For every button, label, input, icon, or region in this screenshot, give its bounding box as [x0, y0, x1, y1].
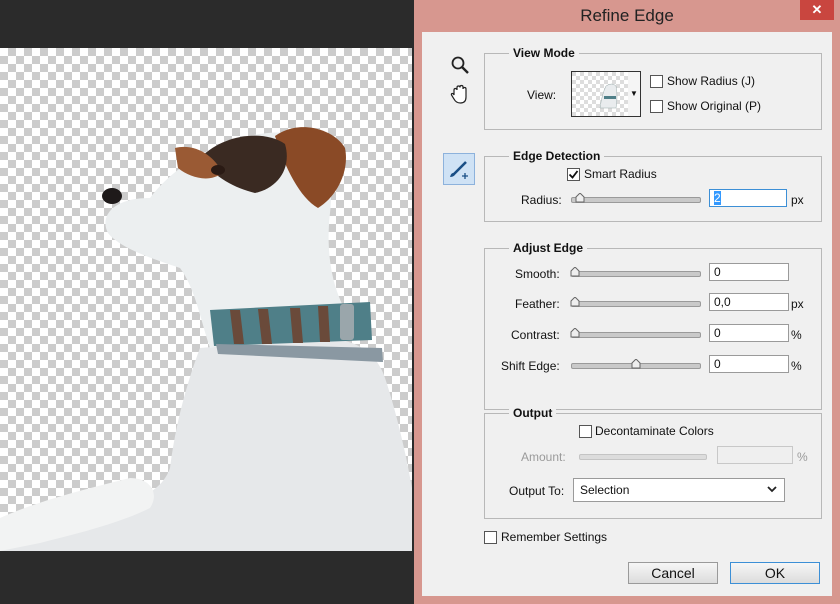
shift-edge-label: Shift Edge: — [501, 359, 560, 373]
slider-thumb-icon[interactable] — [575, 193, 585, 203]
contrast-slider[interactable] — [570, 328, 701, 338]
output-to-label: Output To: — [509, 484, 565, 498]
shift-edge-input[interactable]: 0 — [709, 355, 789, 373]
refine-edge-dialog: Refine Edge ✕ View Mode View: ▼ Show Rad… — [414, 0, 840, 604]
view-mode-group: View Mode View: ▼ Show Radius (J) Show O… — [484, 46, 822, 130]
feather-slider[interactable] — [570, 297, 701, 307]
feather-input[interactable]: 0,0 — [709, 293, 789, 311]
slider-thumb-icon[interactable] — [570, 328, 580, 338]
output-group: Output Decontaminate Colors Amount: % Ou… — [484, 406, 822, 519]
ok-button[interactable]: OK — [730, 562, 820, 584]
smart-radius-checkbox[interactable] — [567, 168, 580, 181]
amount-unit: % — [797, 450, 808, 464]
zoom-tool-button[interactable] — [446, 52, 474, 78]
dialog-title: Refine Edge — [580, 6, 674, 25]
smooth-input[interactable]: 0 — [709, 263, 789, 281]
view-preview-icon — [572, 72, 628, 116]
hand-tool-button[interactable] — [446, 82, 474, 108]
dog-photo — [0, 127, 412, 551]
amount-label: Amount: — [521, 450, 566, 464]
smooth-slider[interactable] — [570, 267, 701, 277]
view-mode-dropdown-arrow[interactable]: ▼ — [628, 71, 641, 117]
hand-icon — [450, 84, 467, 104]
radius-label: Radius: — [521, 193, 562, 207]
slider-thumb-icon[interactable] — [570, 297, 580, 307]
remember-settings-label: Remember Settings — [501, 530, 608, 544]
triangle-down-icon: ▼ — [630, 89, 638, 98]
feather-label: Feather: — [515, 297, 560, 311]
close-icon: ✕ — [811, 2, 823, 17]
output-to-select[interactable]: Selection — [573, 478, 785, 502]
amount-slider[interactable] — [579, 454, 707, 460]
contrast-unit: % — [791, 328, 802, 342]
amount-input[interactable] — [717, 446, 793, 464]
view-mode-thumbnail[interactable] — [571, 71, 629, 117]
slider-thumb-icon[interactable] — [570, 267, 580, 277]
shift-edge-unit: % — [791, 359, 802, 373]
show-original-checkbox[interactable] — [650, 100, 663, 113]
chevron-down-icon — [767, 486, 777, 493]
dialog-body: View Mode View: ▼ Show Radius (J) Show O… — [422, 32, 832, 596]
radius-input[interactable]: 2 — [709, 189, 787, 207]
view-mode-legend: View Mode — [509, 46, 579, 60]
decontaminate-colors-label: Decontaminate Colors — [595, 424, 714, 438]
close-button[interactable]: ✕ — [800, 0, 834, 20]
cancel-button[interactable]: Cancel — [628, 562, 718, 584]
show-radius-checkbox[interactable] — [650, 75, 663, 88]
output-legend: Output — [509, 406, 557, 420]
remember-settings-checkbox[interactable] — [484, 531, 497, 544]
edge-detection-group: Edge Detection Smart Radius Radius: 2 px — [484, 149, 822, 222]
refine-radius-brush-icon — [450, 161, 468, 179]
view-label: View: — [527, 88, 557, 102]
zoom-icon — [451, 56, 469, 74]
title-bar[interactable]: Refine Edge ✕ — [414, 0, 840, 32]
decontaminate-colors-checkbox[interactable] — [579, 425, 592, 438]
radius-unit: px — [791, 193, 804, 207]
edge-detection-legend: Edge Detection — [509, 149, 605, 163]
show-radius-label: Show Radius (J) — [667, 74, 756, 88]
contrast-label: Contrast: — [511, 328, 560, 342]
checkmark-icon — [568, 170, 579, 179]
slider-thumb-icon[interactable] — [631, 359, 641, 369]
shift-edge-slider[interactable] — [571, 359, 701, 369]
output-to-value: Selection — [580, 483, 630, 497]
adjust-edge-legend: Adjust Edge — [509, 241, 588, 255]
smooth-label: Smooth: — [515, 267, 560, 281]
radius-slider[interactable] — [571, 193, 701, 203]
document-canvas[interactable] — [0, 0, 414, 604]
contrast-input[interactable]: 0 — [709, 324, 789, 342]
radius-value: 2 — [714, 191, 721, 205]
feather-unit: px — [791, 297, 804, 311]
adjust-edge-group: Adjust Edge Smooth: 0 Feather: 0,0 px Co… — [484, 241, 822, 410]
refine-radius-tool-button[interactable] — [443, 153, 475, 185]
show-original-label: Show Original (P) — [667, 99, 762, 113]
smart-radius-label: Smart Radius — [584, 167, 657, 181]
